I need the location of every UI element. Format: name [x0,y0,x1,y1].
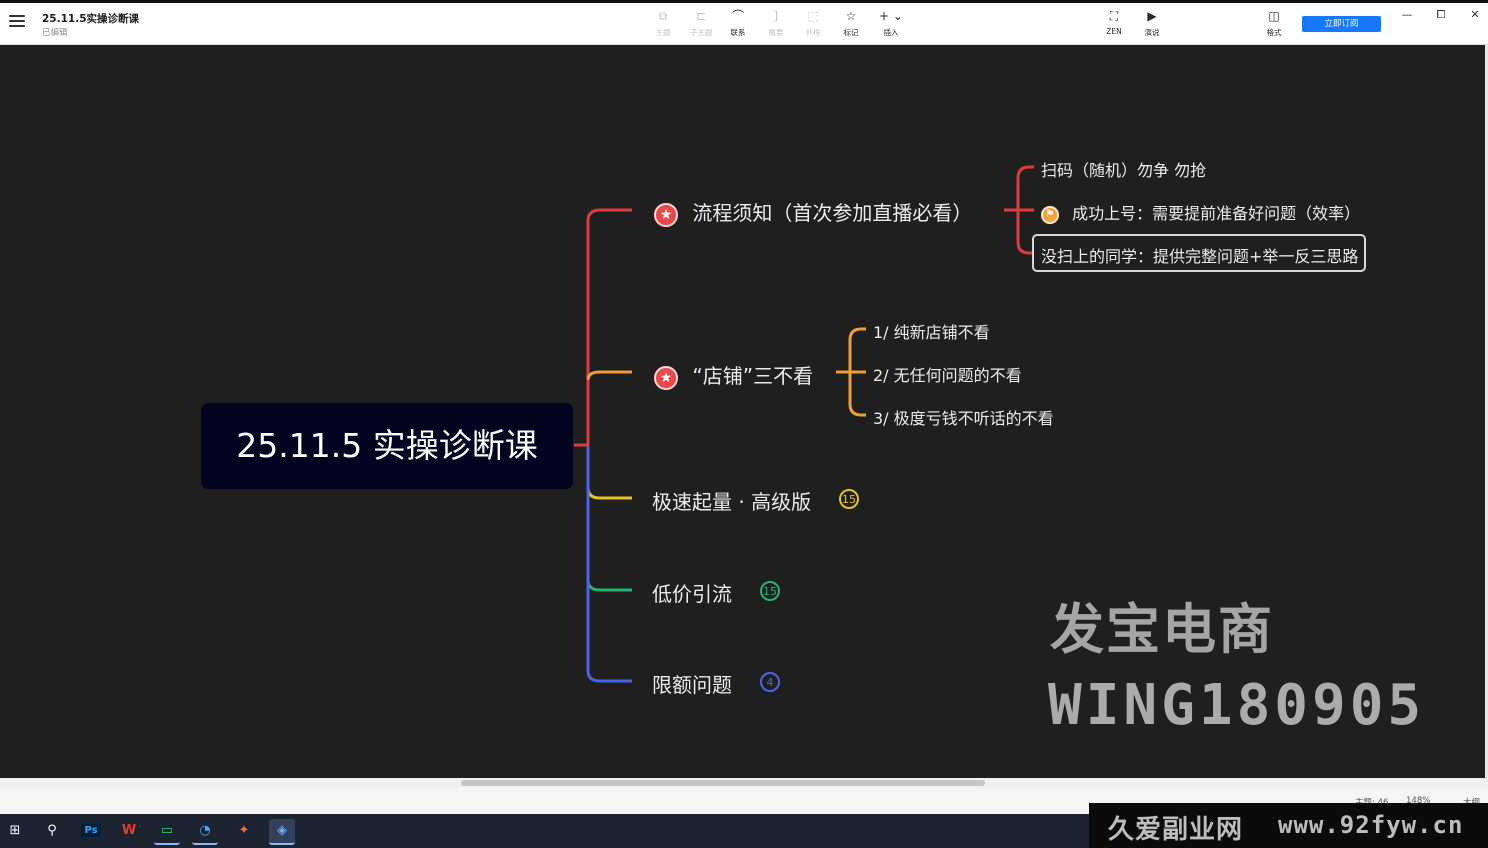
xmind-icon[interactable]: ◈ [269,819,295,845]
restore-icon[interactable]: ⧠ [1433,8,1449,22]
subtopic-missed-scan[interactable]: 没扫上的同学：提供完整问题+举一反三思路 [1041,243,1358,267]
zen-button[interactable]: ⛶ ZEN [1096,9,1132,36]
format-panel-icon: ◫ [1268,9,1280,23]
marker-button[interactable]: ☆ 标记 [833,9,869,38]
branch-limit-issues[interactable]: 限额问题 [652,669,732,698]
flag-icon: ⚑ [1041,205,1059,224]
watermark-site-cn: 久爱副业网 [1108,815,1244,845]
minimize-icon[interactable]: — [1399,8,1415,21]
watermark-brand: 发宝电商 [1050,598,1274,661]
mindmap-canvas[interactable]: 25.11.5 实操诊断课 ★ 流程须知（首次参加直播必看） 扫码（随机）勿争 … [0,45,1485,778]
boundary-icon: ⬚ [807,9,819,23]
browser-icon[interactable]: ◔ [192,819,218,845]
star-priority-icon: ★ [654,202,678,227]
relationship-button[interactable]: ⌒ 联系 [720,9,756,38]
photoshop-icon[interactable]: Ps [78,819,104,843]
branch-fast-volume[interactable]: 极速起量 · 高级版 [652,486,811,515]
branch-low-price-traffic[interactable]: 低价引流 [652,578,732,607]
subtopic-button[interactable]: ⊏ 子主题 [683,9,719,38]
subtopic-no-problem[interactable]: 2/ 无任何问题的不看 [873,362,1022,386]
hamburger-menu-icon[interactable] [9,15,25,29]
wps-icon[interactable]: W [116,819,142,843]
star-marker-icon: ☆ [845,9,857,23]
branch-process-notice[interactable]: ★ 流程须知（首次参加直播必看） [654,197,972,227]
subscribe-button[interactable]: 立即订阅 [1302,16,1381,32]
pitch-icon: ▶ [1147,9,1157,23]
watermark-site-url: www.92fyw.cn [1278,811,1464,839]
zen-icon: ⛶ [1109,9,1119,23]
subtopic-new-shop[interactable]: 1/ 纯新店铺不看 [873,319,990,343]
topic-button[interactable]: ⧉ 主题 [645,9,681,38]
top-toolbar: 25.11.5实操诊断课 已编辑 ⧉ 主题 ⊏ 子主题 ⌒ 联系 ] 概要 ⬚ … [0,3,1488,45]
horizontal-scrollbar[interactable] [0,778,1488,788]
root-topic[interactable]: 25.11.5 实操诊断课 [201,403,573,489]
boundary-button[interactable]: ⬚ 外框 [795,9,831,38]
summary-icon: ] [773,9,779,23]
branch-label: 流程须知（首次参加直播必看） [692,201,973,225]
subtopic-icon: ⊏ [695,9,707,23]
collapsed-count-badge[interactable]: 15 [839,489,859,509]
insert-plus-icon: + ⌄ [879,9,903,23]
branch-shop-three-nots[interactable]: ★ “店铺”三不看 [654,360,813,390]
subtopic-success-login[interactable]: ⚑ 成功上号：需要提前准备好问题（效率） [1041,200,1360,224]
insert-button[interactable]: + ⌄ 插入 [873,9,909,38]
format-panel-button[interactable]: ◫ 格式 [1256,9,1292,38]
subtopic-scan-code[interactable]: 扫码（随机）勿争 勿抢 [1041,157,1206,181]
windows-start-icon[interactable]: ⊞ [2,819,28,843]
search-icon[interactable]: ⚲ [39,819,65,843]
relationship-icon: ⌒ [731,9,744,23]
star-priority-icon: ★ [654,365,678,390]
subtopic-losing-money[interactable]: 3/ 极度亏钱不听话的不看 [873,405,1054,429]
watermark-id: WING180905 [1048,673,1426,738]
pitch-button[interactable]: ▶ 演说 [1134,9,1170,38]
collapsed-count-badge[interactable]: 15 [760,581,780,601]
wechat-icon[interactable]: ▭ [154,819,180,845]
close-icon[interactable]: ✕ [1467,8,1483,21]
scrollbar-thumb[interactable] [461,780,985,786]
topic-icon: ⧉ [658,9,668,23]
app-icon[interactable]: ✦ [231,819,257,843]
document-title[interactable]: 25.11.5实操诊断课 [42,11,139,26]
collapsed-count-badge[interactable]: 4 [760,672,780,692]
summary-button[interactable]: ] 概要 [758,9,794,38]
document-status: 已编辑 [42,28,68,38]
